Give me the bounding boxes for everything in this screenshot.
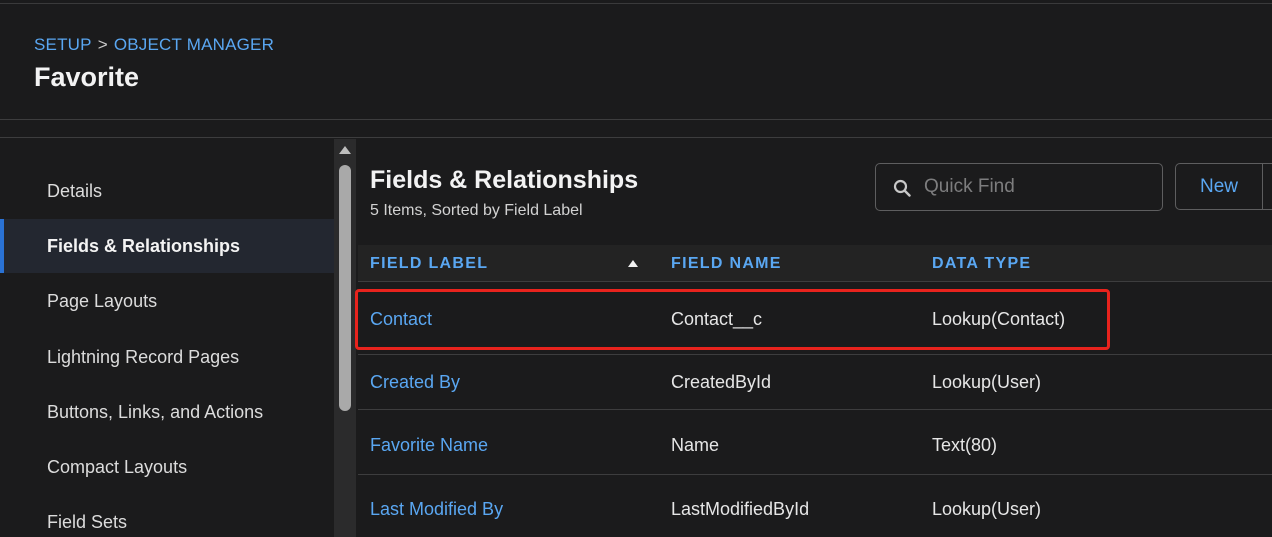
field-label-link[interactable]: Last Modified By (370, 499, 503, 520)
scroll-up-arrow-icon[interactable] (339, 146, 351, 154)
table-row[interactable]: Last Modified By LastModifiedById Lookup… (358, 476, 1272, 537)
header-spacer (0, 121, 1272, 138)
sidebar-item-page-layouts[interactable]: Page Layouts (0, 274, 334, 328)
button-group-divider (1262, 164, 1263, 209)
search-icon (893, 179, 911, 197)
sidebar-item-compact-layouts[interactable]: Compact Layouts (0, 440, 334, 494)
page-title: Favorite (34, 62, 140, 92)
breadcrumb-separator: > (97, 35, 108, 54)
field-label-link[interactable]: Created By (370, 372, 460, 393)
breadcrumb-object-manager-link[interactable]: OBJECT MANAGER (114, 35, 274, 54)
field-name-cell: Name (671, 435, 720, 455)
quick-find-input[interactable] (924, 172, 1154, 202)
section-subtitle: 5 Items, Sorted by Field Label (370, 202, 583, 219)
table-row[interactable]: Created By CreatedById Lookup(User) (358, 356, 1272, 410)
breadcrumb: SETUP > OBJECT MANAGER (34, 35, 274, 55)
data-type-cell: Lookup(User) (932, 499, 1042, 519)
column-header-field-label[interactable]: FIELD LABEL (370, 255, 488, 273)
scrollbar-thumb[interactable] (339, 165, 351, 411)
field-label-link[interactable]: Favorite Name (370, 435, 488, 456)
sidebar-item-lightning-record-pages[interactable]: Lightning Record Pages (0, 330, 334, 384)
field-name-cell: LastModifiedById (671, 499, 810, 519)
field-name-cell: CreatedById (671, 372, 772, 392)
sidebar-item-buttons-links-actions[interactable]: Buttons, Links, and Actions (0, 385, 334, 439)
sidebar-item-details[interactable]: Details (0, 164, 334, 218)
sort-ascending-icon[interactable] (628, 260, 638, 267)
data-type-cell: Lookup(User) (932, 372, 1042, 392)
column-header-data-type[interactable]: DATA TYPE (932, 255, 1031, 273)
sidebar-item-field-sets[interactable]: Field Sets (0, 495, 334, 537)
section-title: Fields & Relationships (370, 166, 639, 194)
column-header-field-name[interactable]: FIELD NAME (671, 255, 782, 273)
data-type-cell: Text(80) (932, 435, 998, 455)
table-header: FIELD LABEL FIELD NAME DATA TYPE (358, 245, 1272, 282)
sidebar: Details Fields & Relationships Page Layo… (0, 139, 334, 537)
breadcrumb-setup-link[interactable]: SETUP (34, 35, 92, 54)
new-button[interactable]: New (1175, 163, 1272, 210)
page-header: SETUP > OBJECT MANAGER Favorite (0, 4, 1272, 120)
quick-find-box[interactable] (875, 163, 1163, 211)
highlight-annotation-box (355, 289, 1110, 350)
table-row[interactable]: Favorite Name Name Text(80) (358, 411, 1272, 475)
sidebar-item-fields-relationships[interactable]: Fields & Relationships (0, 219, 334, 273)
